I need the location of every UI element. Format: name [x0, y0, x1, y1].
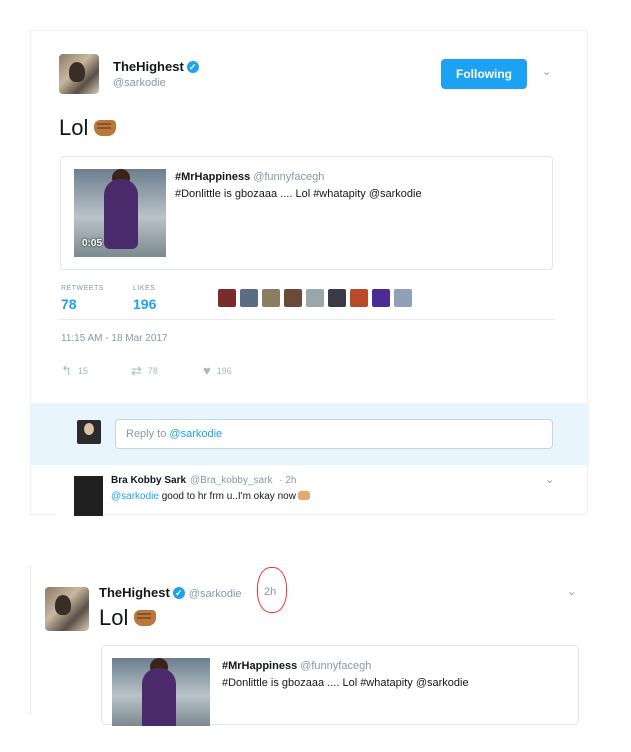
like-action[interactable]: ♥ 196 [203, 363, 232, 378]
reply-count: 15 [77, 366, 88, 376]
reply-icon: ↰ [61, 363, 72, 378]
timeline-author-avatar[interactable] [45, 587, 89, 631]
quoted-author-handle[interactable]: @funnyfacegh [253, 171, 324, 183]
reply-mention: @sarkodie [169, 428, 223, 440]
retweets-label: RETWEETS [61, 285, 104, 292]
likers-avatars [218, 289, 412, 307]
fist-bump-emoji-icon [297, 491, 310, 500]
liker-avatar[interactable] [262, 289, 280, 307]
liker-avatar[interactable] [218, 289, 236, 307]
reply-chevron-down-icon[interactable]: ⌄ [545, 473, 554, 486]
retweet-action[interactable]: ⇄ 78 [131, 363, 158, 379]
person-figure [142, 668, 176, 726]
liker-avatar[interactable] [394, 289, 412, 307]
reply-prefix: Reply to [126, 428, 167, 440]
fist-bump-emoji-icon [94, 120, 117, 136]
reply-author-name[interactable]: Bra Kobby Sark [111, 475, 186, 486]
liker-avatar[interactable] [306, 289, 324, 307]
video-thumbnail[interactable]: 0:05 [74, 169, 166, 257]
liker-avatar[interactable] [328, 289, 346, 307]
reply-text-content: good to hr frm u..I'm okay now [161, 491, 296, 502]
stats-divider [59, 319, 555, 320]
timeline-quoted-author[interactable]: #MrHappiness @funnyfacegh [222, 660, 371, 672]
reply-composer-bar: Reply to @sarkodie [31, 403, 589, 465]
quoted-author-name[interactable]: #MrHappiness [175, 171, 250, 183]
quoted-tweet[interactable]: 0:05 #MrHappiness @funnyfacegh #Donlittle… [60, 156, 553, 270]
timeline-author-name[interactable]: TheHighest [99, 585, 170, 600]
liker-avatar[interactable] [350, 289, 368, 307]
tweet-detail-card: TheHighest ✓ @sarkodie Following ⌄ Lol 0:… [30, 30, 589, 516]
retweet-action-count: 78 [147, 366, 158, 376]
following-button[interactable]: Following [441, 59, 527, 89]
timeline-quoted-author-name[interactable]: #MrHappiness [222, 660, 297, 672]
timeline-author-row[interactable]: TheHighest ✓ @sarkodie [99, 585, 242, 600]
retweet-icon: ⇄ [131, 363, 142, 378]
tweet-timestamp[interactable]: 11:15 AM - 18 Mar 2017 [61, 333, 168, 344]
timeline-chevron-down-icon[interactable]: ⌄ [567, 585, 576, 598]
timeline-video-thumbnail[interactable] [112, 658, 210, 726]
tweet-text: Lol [59, 115, 117, 141]
like-action-count: 196 [216, 366, 232, 376]
timeline-tweet-text: Lol [99, 605, 157, 631]
reply-input[interactable]: Reply to @sarkodie [115, 419, 553, 449]
timeline-quoted-author-handle[interactable]: @funnyfacegh [300, 660, 371, 672]
current-user-avatar [77, 420, 101, 444]
timeline-time[interactable]: 2h [264, 586, 276, 598]
timeline-tweet-text-content: Lol [99, 605, 129, 630]
reply-action[interactable]: ↰ 15 [61, 363, 88, 379]
author-avatar[interactable] [59, 54, 99, 94]
verified-badge-icon: ✓ [172, 587, 185, 599]
likes-label: LIKES [133, 285, 156, 292]
reply-text-mention[interactable]: @sarkodie [111, 491, 159, 502]
timeline-author-handle[interactable]: @sarkodie [189, 588, 242, 600]
timeline-quoted-tweet[interactable]: #MrHappiness @funnyfacegh #Donlittle is g… [101, 645, 579, 726]
reply-time[interactable]: · 2h [279, 475, 296, 486]
person-figure [104, 179, 138, 249]
verified-badge-icon: ✓ [186, 61, 199, 73]
reply-author-handle[interactable]: @Bra_kobby_sark [190, 475, 272, 486]
liker-avatar[interactable] [240, 289, 258, 307]
liker-avatar[interactable] [372, 289, 390, 307]
author-name[interactable]: TheHighest [113, 59, 184, 74]
tweet-text-content: Lol [59, 115, 89, 140]
author-name-row[interactable]: TheHighest ✓ [113, 59, 199, 74]
quoted-author[interactable]: #MrHappiness @funnyfacegh [175, 171, 324, 183]
liker-avatar[interactable] [284, 289, 302, 307]
likes-count[interactable]: 196 [133, 296, 156, 312]
heart-icon: ♥ [203, 363, 211, 378]
chevron-down-icon[interactable]: ⌄ [542, 65, 551, 78]
fist-bump-emoji-icon [134, 610, 157, 626]
reply-text: @sarkodie good to hr frm u..I'm okay now [111, 491, 310, 502]
quoted-text: #Donlittle is gbozaaa .... Lol #whatapit… [175, 188, 422, 200]
author-handle[interactable]: @sarkodie [113, 77, 166, 89]
video-duration: 0:05 [82, 238, 103, 249]
retweets-count[interactable]: 78 [61, 296, 77, 312]
reply-author-row[interactable]: Bra Kobby Sark @Bra_kobby_sark · 2h [111, 475, 296, 486]
reply-author-avatar[interactable] [55, 476, 103, 516]
timeline-quoted-text: #Donlittle is gbozaaa .... Lol #whatapit… [222, 677, 469, 689]
timeline-tweet[interactable]: TheHighest ✓ @sarkodie 2h ⌄ Lol #MrHappine… [30, 565, 600, 726]
